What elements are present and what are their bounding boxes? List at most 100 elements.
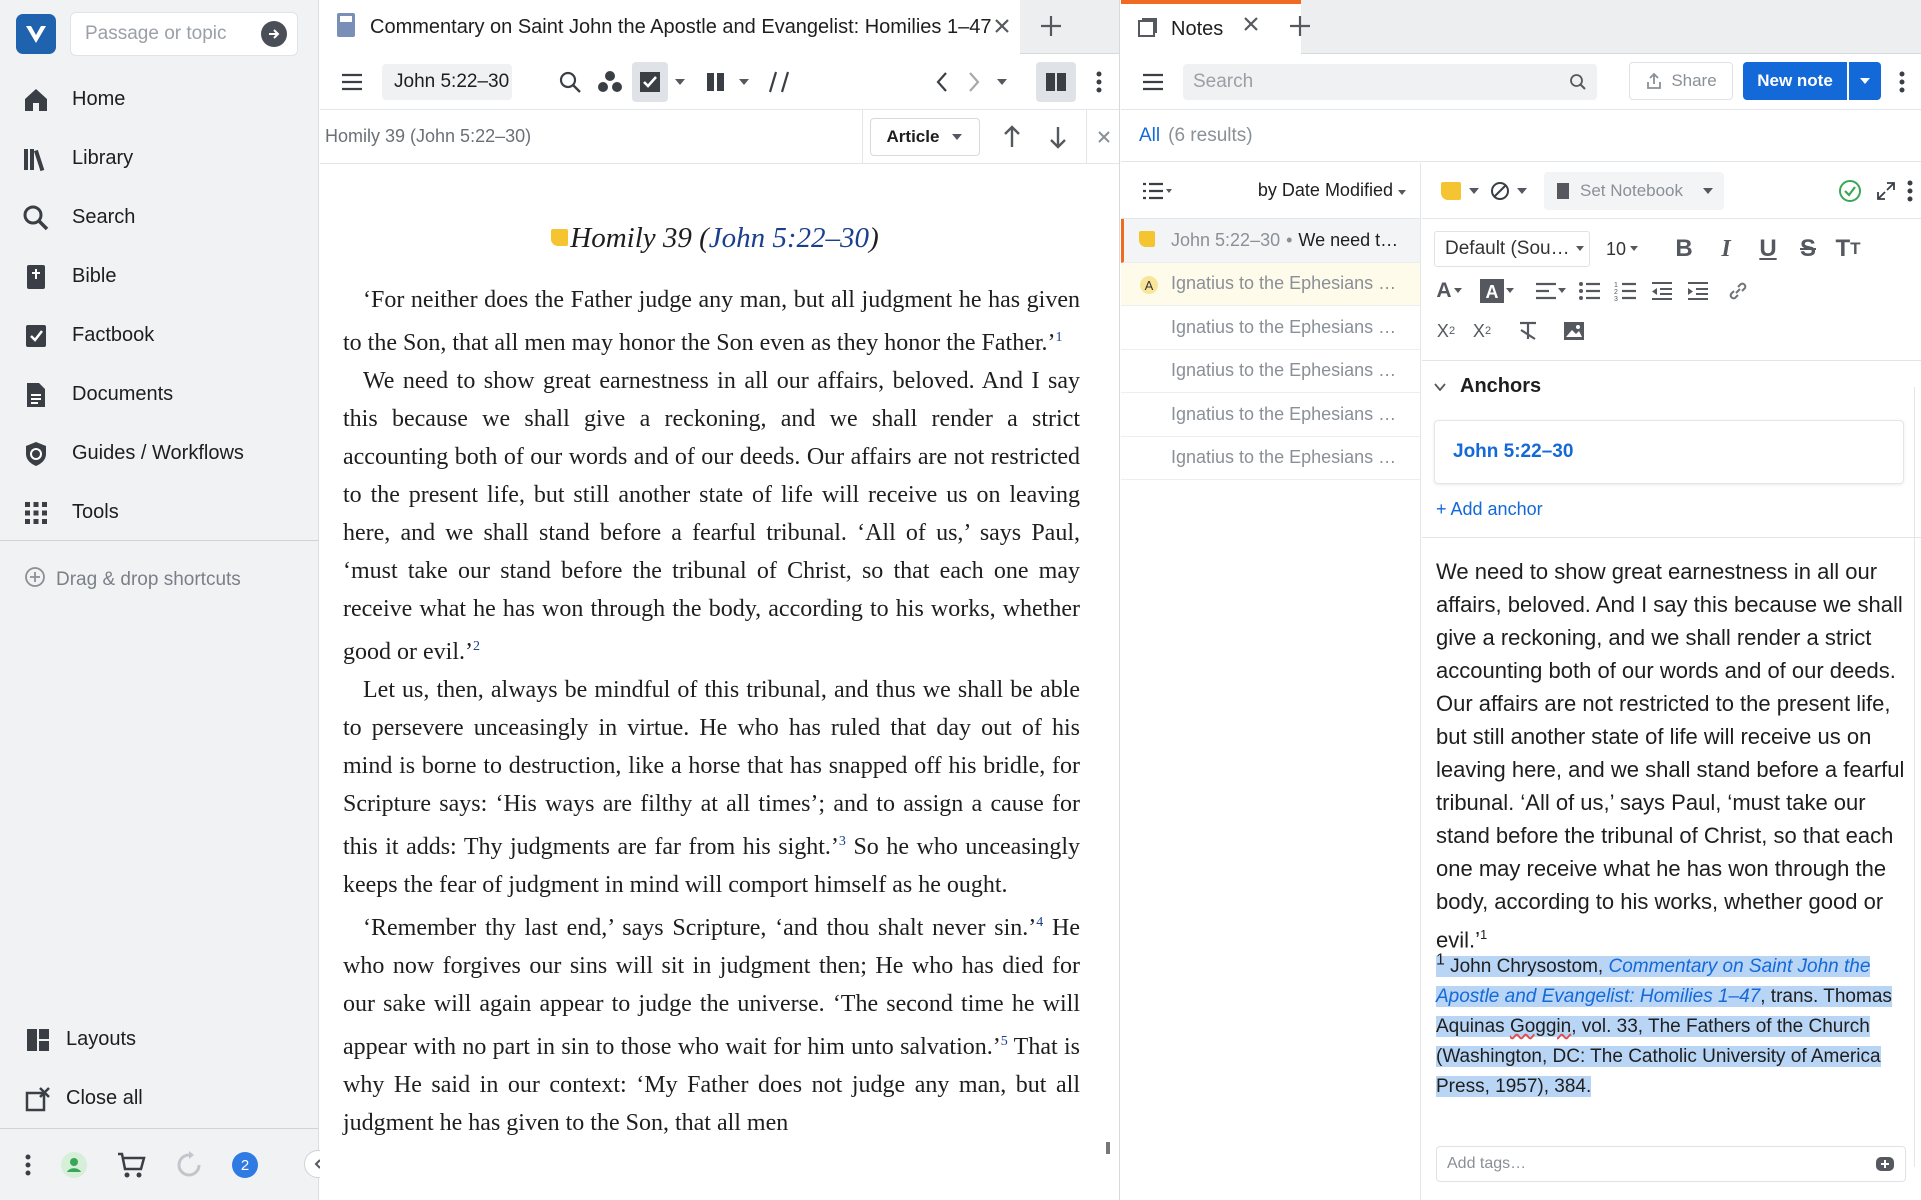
nav-item-guides[interactable]: Guides / Workflows <box>0 424 318 483</box>
note-style-icon[interactable] <box>1436 163 1468 219</box>
next-article-icon[interactable] <box>1038 110 1078 164</box>
anchor-reference-link[interactable]: John 5:22–30 <box>1434 420 1904 484</box>
chevron-down-icon[interactable] <box>1554 275 1570 307</box>
more-vertical-icon[interactable] <box>1898 163 1921 219</box>
new-note-dropdown[interactable] <box>1849 62 1881 100</box>
back-chevron-icon[interactable] <box>924 54 960 110</box>
visual-filter-icon[interactable] <box>592 54 628 110</box>
outdent-icon[interactable] <box>1646 275 1678 307</box>
editor-scrollbar[interactable] <box>1914 387 1915 1167</box>
nav-item-search[interactable]: Search <box>0 188 318 247</box>
clear-style-icon[interactable] <box>1486 163 1514 219</box>
chevron-down-icon[interactable] <box>670 54 690 110</box>
tags-input[interactable] <box>1447 1155 1875 1173</box>
set-notebook-dropdown[interactable]: Set Notebook <box>1544 172 1724 210</box>
font-family-select[interactable]: Default (Sou… <box>1434 231 1590 267</box>
drag-drop-shortcuts[interactable]: Drag & drop shortcuts <box>24 566 241 594</box>
strikethrough-icon[interactable]: S <box>1792 233 1824 265</box>
cart-icon[interactable] <box>116 1151 146 1179</box>
notebook-icon <box>1557 183 1569 199</box>
parallel-sync-icon[interactable] <box>760 54 800 110</box>
note-list-item[interactable]: John 5:22–30 • We need t… <box>1121 219 1420 263</box>
share-button[interactable]: Share <box>1629 62 1733 100</box>
nav-item-factbook[interactable]: Factbook <box>0 306 318 365</box>
list-view-icon[interactable] <box>1137 163 1177 219</box>
panel-menu-icon[interactable] <box>332 54 372 110</box>
panel-resize-handle[interactable] <box>1106 1142 1110 1154</box>
new-note-button[interactable]: New note <box>1743 62 1847 100</box>
add-tab-icon[interactable] <box>1287 13 1313 44</box>
reference-box[interactable]: John 5:22–30 <box>382 64 512 100</box>
all-filter-link[interactable]: All <box>1139 125 1160 147</box>
sort-dropdown[interactable]: by Date Modified <box>1258 180 1406 201</box>
chevron-down-icon[interactable] <box>1514 163 1530 219</box>
search-icon[interactable] <box>552 54 588 110</box>
note-list-item[interactable]: Ignatius to the Ephesians … <box>1121 393 1420 437</box>
footnote-link[interactable]: 3 <box>839 834 846 849</box>
note-list-item[interactable]: Ignatius to the Ephesians … <box>1121 306 1420 350</box>
forward-chevron-icon[interactable] <box>956 54 992 110</box>
add-tab-icon[interactable] <box>1038 13 1064 44</box>
more-vertical-icon[interactable] <box>1084 54 1114 110</box>
close-subbar-icon[interactable] <box>1090 110 1118 164</box>
add-anchor-link[interactable]: + Add anchor <box>1436 499 1543 520</box>
reader-tab[interactable]: Commentary on Saint John the Apostle and… <box>320 0 1020 54</box>
previous-article-icon[interactable] <box>992 110 1032 164</box>
insert-image-icon[interactable] <box>1558 315 1590 347</box>
subscript-icon[interactable]: X2 <box>1430 315 1462 347</box>
nav-item-library[interactable]: Library <box>0 129 318 188</box>
sync-icon[interactable] <box>174 1150 204 1180</box>
nav-item-documents[interactable]: Documents <box>0 365 318 424</box>
italic-icon[interactable]: I <box>1710 233 1742 265</box>
nav-item-bible[interactable]: Bible <box>0 247 318 306</box>
notification-badge[interactable]: 2 <box>232 1152 258 1178</box>
passage-input[interactable] <box>85 23 261 45</box>
chevron-down-icon[interactable] <box>1502 275 1518 307</box>
go-arrow-icon[interactable] <box>261 21 287 47</box>
underline-icon[interactable]: U <box>1752 233 1784 265</box>
footnote-link[interactable]: 5 <box>1001 1034 1008 1049</box>
history-dropdown-icon[interactable] <box>992 54 1012 110</box>
font-size-select[interactable]: 10 <box>1600 231 1648 267</box>
note-list-item[interactable]: A Ignatius to the Ephesians … <box>1121 262 1420 306</box>
user-avatar-icon[interactable] <box>60 1151 88 1179</box>
heading-reference-link[interactable]: John 5:22–30 <box>709 222 869 254</box>
close-tab-icon[interactable] <box>990 14 1014 43</box>
more-vertical-icon[interactable] <box>24 1153 32 1177</box>
note-footnote[interactable]: 1 John Chrysostom, Commentary on Saint J… <box>1436 946 1896 1102</box>
numbered-list-icon[interactable]: 123 <box>1610 275 1642 307</box>
add-tag-icon[interactable] <box>1875 1154 1895 1174</box>
chevron-down-icon[interactable] <box>1466 163 1482 219</box>
chevron-down-icon[interactable] <box>734 54 754 110</box>
close-tab-icon[interactable] <box>1239 12 1263 41</box>
bullet-list-icon[interactable] <box>1574 275 1606 307</box>
nav-item-home[interactable]: Home <box>0 70 318 129</box>
superscript-icon[interactable]: X2 <box>1466 315 1498 347</box>
text-size-icon[interactable]: TT <box>1832 233 1864 265</box>
nav-item-close-all[interactable]: Close all <box>0 1069 318 1128</box>
parallel-resources-icon[interactable] <box>698 54 734 110</box>
bold-icon[interactable]: B <box>1668 233 1700 265</box>
note-list-item[interactable]: Ignatius to the Ephesians … <box>1121 350 1420 393</box>
note-marker-icon[interactable] <box>551 229 569 246</box>
split-view-icon[interactable] <box>1036 62 1076 102</box>
anchors-section-toggle[interactable]: Anchors <box>1434 375 1541 398</box>
app-logo[interactable] <box>16 14 56 54</box>
indent-icon[interactable] <box>1682 275 1714 307</box>
nav-item-tools[interactable]: Tools <box>0 483 318 542</box>
note-body-text[interactable]: We need to show great earnestness in all… <box>1436 555 1906 956</box>
article-dropdown[interactable]: Article <box>870 118 980 156</box>
footnote-link[interactable]: 1 <box>1056 330 1063 345</box>
clear-formatting-icon[interactable] <box>1512 315 1544 347</box>
chevron-down-icon[interactable] <box>1450 275 1466 307</box>
notes-search-input[interactable] <box>1193 71 1569 93</box>
selection-mode-icon[interactable] <box>632 62 668 102</box>
notes-tab[interactable]: Notes <box>1121 0 1301 54</box>
more-vertical-icon[interactable] <box>1887 54 1917 110</box>
panel-menu-icon[interactable] <box>1133 54 1173 110</box>
footnote-link[interactable]: 2 <box>473 639 480 654</box>
search-icon[interactable] <box>1569 73 1587 91</box>
link-icon[interactable] <box>1722 275 1754 307</box>
nav-item-layouts[interactable]: Layouts <box>0 1010 318 1069</box>
note-list-item[interactable]: Ignatius to the Ephesians … <box>1121 437 1420 480</box>
